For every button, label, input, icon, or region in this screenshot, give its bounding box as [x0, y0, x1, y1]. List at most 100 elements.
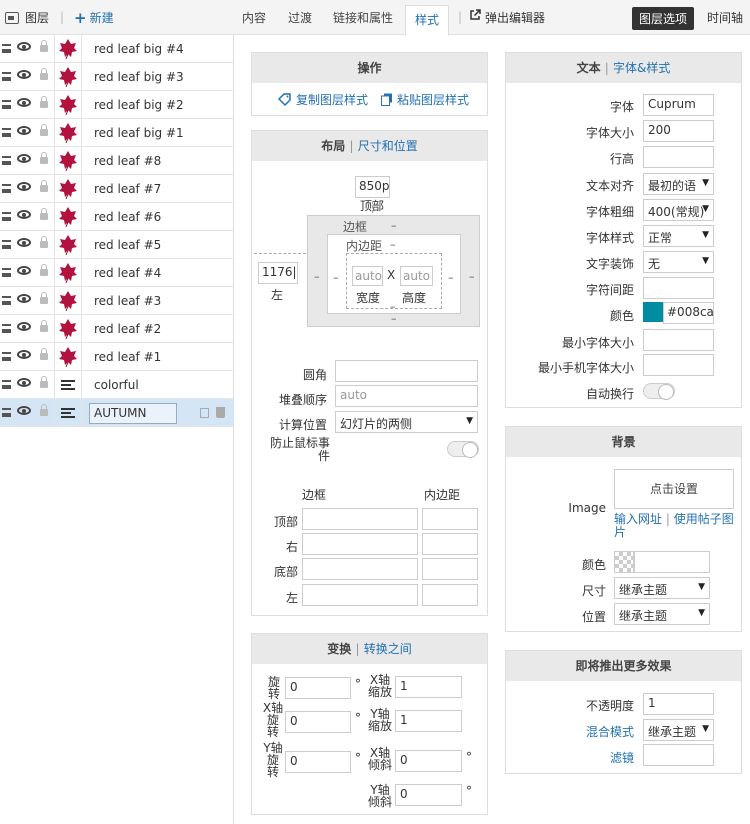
prevent-mouse-toggle[interactable]	[447, 441, 479, 458]
drag-handle-icon[interactable]	[2, 408, 11, 417]
top-position-input[interactable]: 850p	[355, 176, 390, 198]
eye-icon[interactable]	[17, 294, 31, 303]
drag-handle-icon[interactable]	[2, 212, 11, 221]
lock-icon[interactable]	[40, 404, 48, 416]
calc-position-select[interactable]: 幻灯片的两侧	[335, 411, 478, 433]
filter-input[interactable]	[643, 744, 714, 766]
tab-transition[interactable]: 过渡	[288, 9, 312, 26]
drag-handle-icon[interactable]	[2, 44, 11, 53]
eye-icon[interactable]	[17, 98, 31, 107]
duplicate-icon[interactable]	[200, 408, 209, 418]
bg-color-input[interactable]	[634, 551, 710, 573]
lock-icon[interactable]	[40, 180, 48, 192]
min-mobile-font-size-input[interactable]	[643, 354, 714, 376]
left-position-input[interactable]: 1176|	[258, 262, 298, 284]
drag-handle-icon[interactable]	[2, 352, 11, 361]
padding-top-input[interactable]	[422, 508, 478, 530]
drag-handle-icon[interactable]	[2, 380, 11, 389]
rotate-x-input[interactable]: 0	[285, 711, 351, 733]
lock-icon[interactable]	[40, 376, 48, 388]
blend-mode-label[interactable]: 混合模式	[586, 723, 634, 740]
layer-row[interactable]: red leaf #3	[0, 287, 234, 315]
border-right-input[interactable]	[302, 533, 418, 555]
font-family-input[interactable]: Cuprum	[643, 94, 714, 116]
filter-label[interactable]: 滤镜	[586, 749, 634, 766]
lock-icon[interactable]	[40, 236, 48, 248]
layer-name-input[interactable]: AUTUMN	[89, 403, 177, 424]
tab-content[interactable]: 内容	[242, 9, 266, 26]
layer-row[interactable]: red leaf #6	[0, 203, 234, 231]
eye-icon[interactable]	[17, 154, 31, 163]
lock-icon[interactable]	[40, 208, 48, 220]
layer-row[interactable]: red leaf #1	[0, 343, 234, 371]
eye-icon[interactable]	[17, 42, 31, 51]
scale-x-input[interactable]: 1	[395, 676, 462, 698]
eye-icon[interactable]	[17, 266, 31, 275]
layer-row[interactable]: red leaf #2	[0, 315, 234, 343]
layer-row[interactable]: red leaf big #4	[0, 35, 234, 63]
padding-bottom-input[interactable]	[422, 558, 478, 580]
lock-icon[interactable]	[40, 96, 48, 108]
eye-icon[interactable]	[17, 378, 31, 387]
bg-position-select[interactable]: 继承主题	[614, 603, 710, 625]
drag-handle-icon[interactable]	[2, 268, 11, 277]
layer-row[interactable]: red leaf #4	[0, 259, 234, 287]
tab-link-attributes[interactable]: 链接和属性	[333, 9, 393, 26]
lock-icon[interactable]	[40, 152, 48, 164]
skew-x-input[interactable]: 0	[395, 750, 462, 772]
text-color-input[interactable]: #008ca1	[663, 302, 714, 324]
padding-left-input[interactable]	[422, 584, 478, 606]
eye-icon[interactable]	[17, 238, 31, 247]
copy-style-button[interactable]: 复制图层样式	[278, 91, 368, 108]
trash-icon[interactable]	[216, 407, 225, 418]
eye-icon[interactable]	[17, 322, 31, 331]
drag-handle-icon[interactable]	[2, 240, 11, 249]
scale-y-input[interactable]: 1	[395, 710, 462, 732]
opacity-input[interactable]: 1	[643, 693, 714, 715]
tab-style[interactable]: 样式	[405, 5, 450, 36]
border-top-input[interactable]	[302, 508, 418, 530]
drag-handle-icon[interactable]	[2, 156, 11, 165]
layer-row[interactable]: red leaf big #2	[0, 91, 234, 119]
drag-handle-icon[interactable]	[2, 184, 11, 193]
lock-icon[interactable]	[40, 40, 48, 52]
lock-icon[interactable]	[40, 320, 48, 332]
lock-icon[interactable]	[40, 348, 48, 360]
enter-url-link[interactable]: 输入网址	[614, 512, 662, 526]
word-wrap-toggle[interactable]	[643, 383, 675, 400]
eye-icon[interactable]	[17, 182, 31, 191]
paste-style-button[interactable]: 粘贴图层样式	[381, 91, 469, 108]
line-height-input[interactable]	[643, 146, 714, 168]
eye-icon[interactable]	[17, 210, 31, 219]
text-align-select[interactable]: 最初的语	[643, 173, 714, 195]
rotate-y-input[interactable]: 0	[285, 751, 351, 773]
layer-row[interactable]: red leaf #8	[0, 147, 234, 175]
lock-icon[interactable]	[40, 292, 48, 304]
drag-handle-icon[interactable]	[2, 72, 11, 81]
z-index-input[interactable]: auto	[335, 385, 478, 407]
layer-row[interactable]: AUTUMN	[0, 399, 234, 427]
new-layer-button[interactable]: + 新建	[74, 9, 114, 26]
layer-row[interactable]: red leaf big #1	[0, 119, 234, 147]
border-bottom-input[interactable]	[302, 558, 418, 580]
eye-icon[interactable]	[17, 406, 31, 415]
eye-icon[interactable]	[17, 350, 31, 359]
drag-handle-icon[interactable]	[2, 296, 11, 305]
eye-icon[interactable]	[17, 70, 31, 79]
eye-icon[interactable]	[17, 126, 31, 135]
bg-size-select[interactable]: 继承主题	[614, 577, 710, 599]
color-swatch[interactable]	[643, 302, 663, 322]
min-font-size-input[interactable]	[643, 329, 714, 351]
height-input[interactable]: auto	[400, 266, 433, 286]
set-image-button[interactable]: 点击设置	[614, 469, 734, 509]
border-left-input[interactable]	[302, 584, 418, 606]
rotate-input[interactable]: 0	[285, 677, 351, 699]
padding-right-input[interactable]	[422, 533, 478, 555]
text-decoration-select[interactable]: 无	[643, 251, 714, 273]
layer-options-button[interactable]: 图层选项	[632, 7, 695, 30]
skew-y-input[interactable]: 0	[395, 784, 462, 806]
layers-toggle[interactable]: 图层	[5, 9, 49, 26]
border-radius-input[interactable]	[335, 360, 478, 382]
layer-row[interactable]: red leaf #7	[0, 175, 234, 203]
transparent-swatch[interactable]	[614, 551, 634, 573]
